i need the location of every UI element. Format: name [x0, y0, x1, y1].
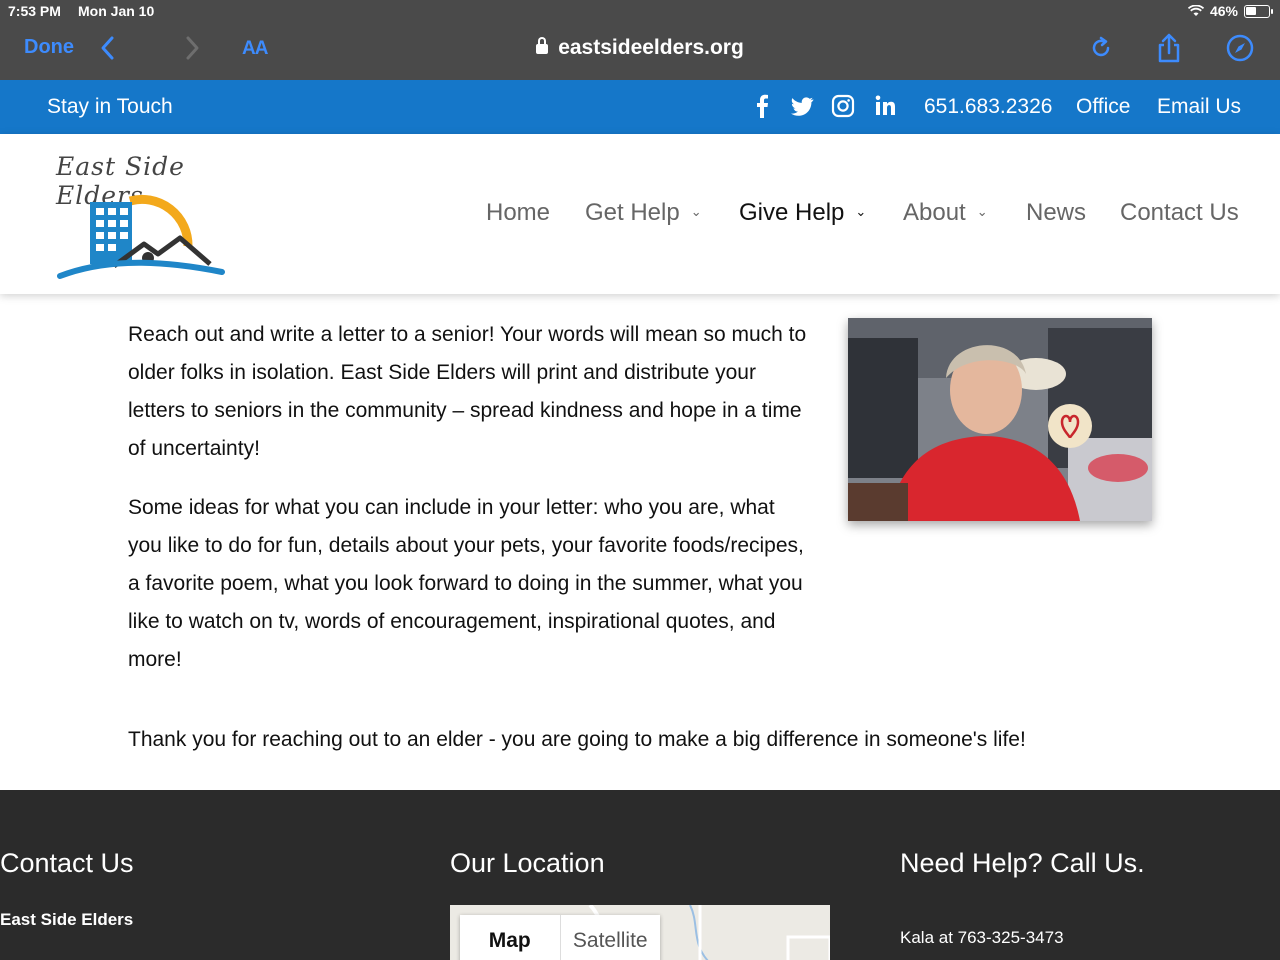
- status-date: Mon Jan 10: [78, 3, 155, 19]
- facebook-icon[interactable]: [750, 93, 774, 119]
- status-bar: 7:53 PM Mon Jan 10 46%: [0, 0, 1280, 24]
- nav-home[interactable]: Home: [486, 199, 550, 227]
- reload-icon[interactable]: [1085, 32, 1117, 64]
- url-text: eastsideelders.org: [558, 36, 744, 59]
- map-type-toggle: Map Satellite: [460, 915, 660, 960]
- location-map[interactable]: Map Satellite: [450, 905, 830, 960]
- logo-graphic: [57, 194, 225, 279]
- nav-give-help-label: Give Help: [739, 199, 845, 226]
- map-tab[interactable]: Map: [460, 915, 561, 960]
- wifi-icon: [1187, 5, 1204, 16]
- chevron-down-icon: ⌄: [976, 204, 988, 219]
- main-content: Reach out and write a letter to a senior…: [128, 316, 808, 700]
- status-right: 46%: [1187, 3, 1273, 19]
- site-header: East Side Elders Home Get Help ⌄ Give Hel…: [0, 134, 1280, 294]
- senior-photo: [848, 318, 1152, 521]
- site-logo[interactable]: East Side Elders: [42, 150, 252, 280]
- footer-help-title: Need Help? Call Us.: [900, 848, 1145, 878]
- nav-contact-us[interactable]: Contact Us: [1120, 199, 1239, 227]
- footer-kala-phone[interactable]: Kala at 763-325-3473: [900, 928, 1064, 948]
- satellite-tab[interactable]: Satellite: [561, 915, 661, 960]
- ideas-paragraph: Some ideas for what you can include in y…: [128, 496, 804, 671]
- intro-paragraph: Reach out and write a letter to a senior…: [128, 323, 807, 460]
- nav-get-help[interactable]: Get Help ⌄: [585, 199, 702, 227]
- lock-icon: [536, 37, 549, 54]
- site-topbar: Stay in Touch 651.683.2326 Office Email …: [0, 80, 1280, 134]
- browser-chrome: 7:53 PM Mon Jan 10 46% Done AA eastsidee…: [0, 0, 1280, 80]
- twitter-icon[interactable]: [790, 93, 814, 119]
- nav-about-label: About: [903, 199, 966, 226]
- chevron-down-icon: ⌄: [690, 204, 702, 219]
- linkedin-icon[interactable]: [873, 93, 897, 119]
- office-link[interactable]: Office: [1076, 95, 1130, 119]
- email-us-link[interactable]: Email Us: [1157, 95, 1241, 119]
- nav-news[interactable]: News: [1026, 199, 1086, 227]
- battery-icon: [1244, 4, 1273, 18]
- footer-location-title: Our Location: [450, 848, 605, 878]
- site-footer: Contact Us East Side Elders Our Location…: [0, 790, 1280, 960]
- nav-about[interactable]: About ⌄: [903, 199, 988, 227]
- nav-give-help[interactable]: Give Help ⌄: [739, 199, 866, 227]
- chevron-down-icon: ⌄: [855, 204, 867, 219]
- nav-get-help-label: Get Help: [585, 199, 680, 226]
- status-time: 7:53 PM: [8, 3, 61, 19]
- instagram-icon[interactable]: [831, 93, 855, 119]
- footer-org-name: East Side Elders: [0, 910, 134, 929]
- battery-percent: 46%: [1209, 3, 1238, 19]
- compass-icon[interactable]: [1224, 32, 1256, 64]
- thank-you-text: Thank you for reaching out to an elder -…: [128, 728, 1026, 751]
- stay-in-touch-label: Stay in Touch: [47, 95, 173, 118]
- share-icon[interactable]: [1153, 32, 1185, 64]
- footer-contact-title: Contact Us: [0, 848, 134, 878]
- phone-link[interactable]: 651.683.2326: [924, 95, 1052, 119]
- safari-toolbar: Done AA eastsideelders.org: [0, 24, 1280, 80]
